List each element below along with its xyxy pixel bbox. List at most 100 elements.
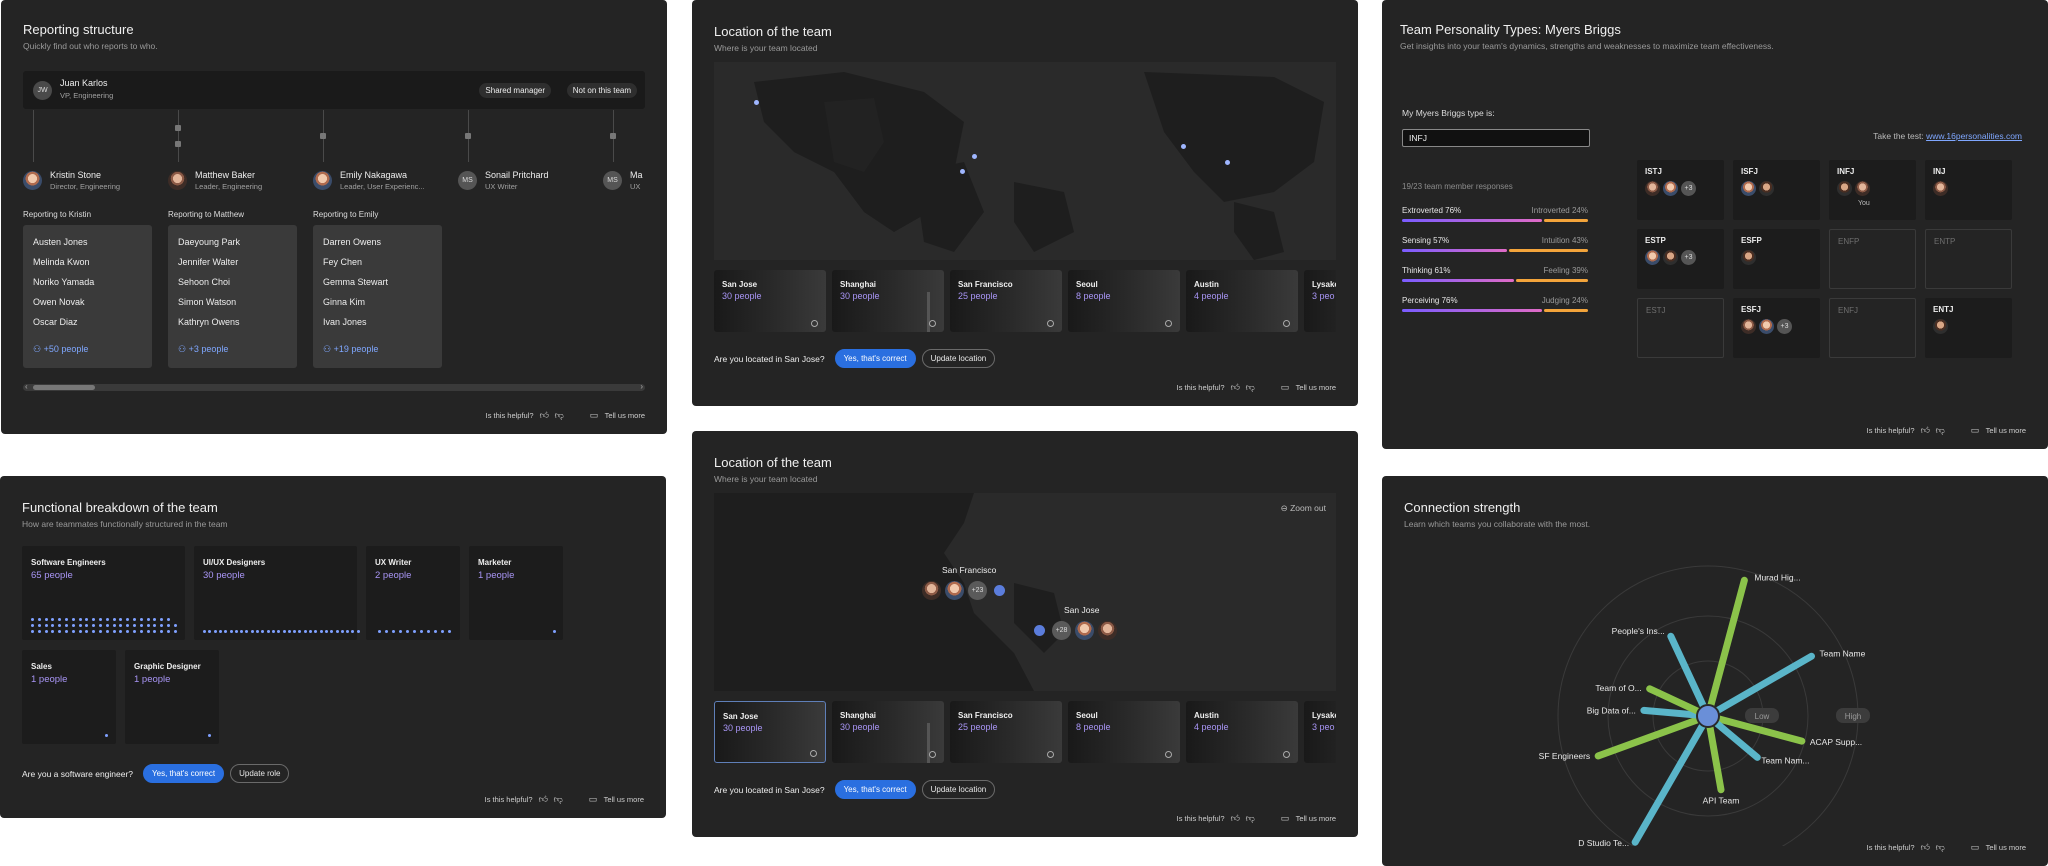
list-item[interactable]: Simon Watson bbox=[178, 297, 236, 307]
location-marker[interactable] bbox=[1225, 160, 1230, 165]
city-card[interactable]: San Jose 30 people bbox=[714, 270, 826, 332]
location-marker[interactable] bbox=[1034, 625, 1045, 636]
team-label[interactable]: Big Data of... bbox=[1587, 705, 1636, 715]
team-label[interactable]: ACAP Supp... bbox=[1810, 737, 1862, 747]
thumbs-down-icon[interactable]: 👎︎ bbox=[1246, 383, 1255, 392]
scrollbar-thumb[interactable] bbox=[33, 385, 95, 390]
shared-manager-button[interactable]: Shared manager bbox=[479, 83, 551, 98]
list-item[interactable]: Darren Owens bbox=[323, 237, 381, 247]
zoom-icon[interactable] bbox=[1047, 751, 1054, 758]
team-label[interactable]: People's Ins... bbox=[1612, 626, 1665, 636]
location-marker[interactable] bbox=[972, 154, 977, 159]
team-label[interactable]: Team Name bbox=[1819, 648, 1865, 658]
update-role-button[interactable]: Update role bbox=[230, 764, 290, 783]
confirm-location-button[interactable]: Yes, that's correct bbox=[834, 780, 916, 799]
city-card[interactable]: Shanghai 30 people bbox=[832, 270, 944, 332]
list-item[interactable]: Fey Chen bbox=[323, 257, 362, 267]
zoom-icon[interactable] bbox=[811, 320, 818, 327]
team-label[interactable]: Team Nam... bbox=[1761, 755, 1809, 765]
zoomed-map[interactable]: ⊖ Zoom out San Francisco +23 San Jose +2… bbox=[714, 493, 1336, 691]
zoom-icon[interactable] bbox=[1283, 320, 1290, 327]
type-card[interactable]: ISFJ bbox=[1733, 160, 1820, 220]
role-card[interactable]: Software Engineers 65 people bbox=[22, 546, 185, 640]
list-item[interactable]: Noriko Yamada bbox=[33, 277, 94, 287]
city-card[interactable]: San Francisco 25 people bbox=[950, 270, 1062, 332]
scroll-right-icon[interactable]: › bbox=[640, 382, 643, 391]
person-card[interactable]: MS Sonail Pritchard UX Writer bbox=[458, 170, 549, 191]
map-cluster-sf[interactable]: +23 bbox=[922, 581, 1005, 600]
team-label[interactable]: Murad Hig... bbox=[1754, 572, 1800, 582]
type-card[interactable]: ENTJ bbox=[1925, 298, 2012, 358]
list-item[interactable]: Kathryn Owens bbox=[178, 317, 240, 327]
list-item[interactable]: Gemma Stewart bbox=[323, 277, 388, 287]
person-card[interactable]: MS Ma UX bbox=[603, 170, 647, 191]
list-item[interactable]: Austen Jones bbox=[33, 237, 88, 247]
location-marker[interactable] bbox=[754, 100, 759, 105]
thumbs-up-icon[interactable]: 👍︎ bbox=[1231, 383, 1240, 392]
list-item[interactable]: Ginna Kim bbox=[323, 297, 365, 307]
type-card[interactable]: ENFJ bbox=[1829, 298, 1916, 358]
team-label[interactable]: SF Engineers bbox=[1539, 751, 1591, 761]
zoom-icon[interactable] bbox=[929, 320, 936, 327]
more-people-link[interactable]: ⚇ +50 people bbox=[33, 344, 88, 355]
manager-bar[interactable]: JW Juan Karlos VP, Engineering Shared ma… bbox=[23, 71, 645, 109]
type-card[interactable]: ISTJ +3 bbox=[1637, 160, 1724, 220]
thumbs-down-icon[interactable]: 👎︎ bbox=[554, 795, 563, 804]
type-card[interactable]: INJ bbox=[1925, 160, 2012, 220]
confirm-role-button[interactable]: Yes, that's correct bbox=[143, 764, 225, 783]
thumbs-up-icon[interactable]: 👍︎ bbox=[539, 795, 548, 804]
city-card[interactable]: Shanghai 30 people bbox=[832, 701, 944, 763]
person-card[interactable]: Kristin Stone Director, Engineering bbox=[23, 170, 120, 191]
more-people-link[interactable]: ⚇ +3 people bbox=[178, 344, 228, 355]
update-location-button[interactable]: Update location bbox=[921, 780, 996, 799]
city-card[interactable]: Austin 4 people bbox=[1186, 701, 1298, 763]
type-card[interactable]: ENFP bbox=[1829, 229, 1916, 289]
role-card[interactable]: UI/UX Designers 30 people bbox=[194, 546, 360, 640]
tell-us-more-link[interactable]: Tell us more bbox=[1296, 383, 1336, 392]
tell-us-more-link[interactable]: Tell us more bbox=[604, 795, 644, 804]
list-item[interactable]: Jennifer Walter bbox=[178, 257, 238, 267]
thumbs-down-icon[interactable]: 👎︎ bbox=[1936, 426, 1945, 435]
confirm-location-button[interactable]: Yes, that's correct bbox=[834, 349, 916, 368]
list-item[interactable]: Daeyoung Park bbox=[178, 237, 240, 247]
update-location-button[interactable]: Update location bbox=[921, 349, 996, 368]
zoom-icon[interactable] bbox=[810, 750, 817, 757]
city-card[interactable]: Seoul 8 people bbox=[1068, 701, 1180, 763]
type-card[interactable]: ENTP bbox=[1925, 229, 2012, 289]
my-type-input[interactable] bbox=[1402, 129, 1590, 147]
thumbs-up-icon[interactable]: 👍︎ bbox=[1231, 814, 1240, 823]
list-item[interactable]: Oscar Diaz bbox=[33, 317, 78, 327]
zoom-icon[interactable] bbox=[1283, 751, 1290, 758]
location-marker[interactable] bbox=[994, 585, 1005, 596]
person-card[interactable]: Emily Nakagawa Leader, User Experienc... bbox=[313, 170, 425, 191]
role-card[interactable]: Graphic Designer 1 people bbox=[125, 650, 219, 744]
tell-us-more-link[interactable]: Tell us more bbox=[1986, 426, 2026, 435]
list-item[interactable]: Owen Novak bbox=[33, 297, 85, 307]
type-card[interactable]: ESTP +3 bbox=[1637, 229, 1724, 289]
team-label[interactable]: Team of O... bbox=[1595, 683, 1641, 693]
thumbs-down-icon[interactable]: 👎︎ bbox=[1936, 843, 1945, 852]
zoom-icon[interactable] bbox=[1165, 751, 1172, 758]
thumbs-up-icon[interactable]: 👍︎ bbox=[1921, 426, 1930, 435]
city-card[interactable]: San Jose 30 people bbox=[714, 701, 826, 763]
city-card[interactable]: Austin 4 people bbox=[1186, 270, 1298, 332]
world-map[interactable] bbox=[714, 62, 1336, 260]
list-item[interactable]: Melinda Kwon bbox=[33, 257, 90, 267]
type-card[interactable]: INFJ You bbox=[1829, 160, 1916, 220]
more-people-link[interactable]: ⚇ +19 people bbox=[323, 344, 378, 355]
zoom-icon[interactable] bbox=[1165, 320, 1172, 327]
type-card[interactable]: ESFJ +3 bbox=[1733, 298, 1820, 358]
thumbs-up-icon[interactable]: 👍︎ bbox=[540, 411, 549, 420]
role-card[interactable]: UX Writer 2 people bbox=[366, 546, 460, 640]
location-marker[interactable] bbox=[960, 169, 965, 174]
zoom-out-button[interactable]: ⊖ Zoom out bbox=[1281, 503, 1326, 514]
role-card[interactable]: Marketer 1 people bbox=[469, 546, 563, 640]
zoom-icon[interactable] bbox=[929, 751, 936, 758]
type-card[interactable]: ESTJ bbox=[1637, 298, 1724, 358]
test-link[interactable]: www.16personalities.com bbox=[1926, 131, 2022, 141]
thumbs-down-icon[interactable]: 👎︎ bbox=[1246, 814, 1255, 823]
user-avatar[interactable] bbox=[1696, 704, 1720, 728]
list-item[interactable]: Ivan Jones bbox=[323, 317, 367, 327]
type-card[interactable]: ESFP bbox=[1733, 229, 1820, 289]
team-label[interactable]: API Team bbox=[1703, 796, 1740, 806]
